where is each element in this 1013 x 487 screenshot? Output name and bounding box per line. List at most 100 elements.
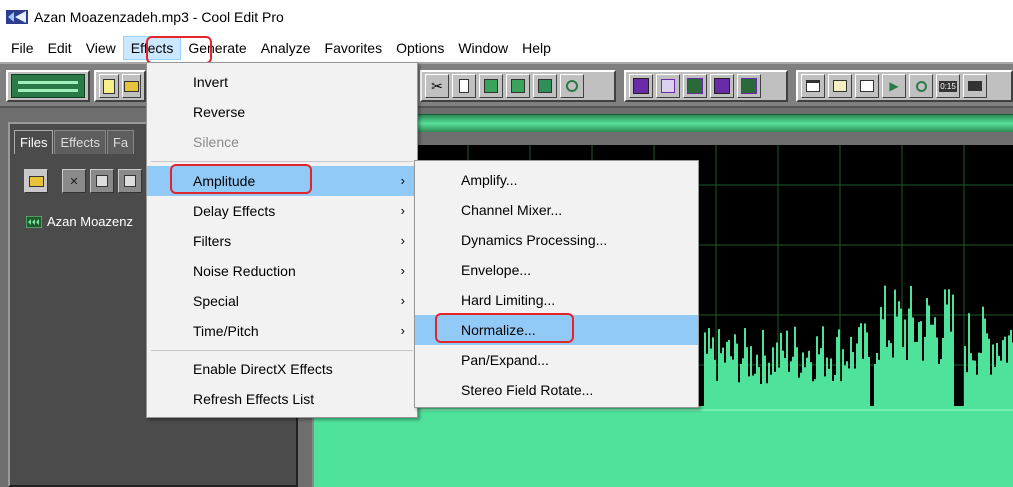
menu-item-channel-mixer[interactable]: Channel Mixer... <box>415 195 698 225</box>
menu-item-special[interactable]: Special › <box>147 286 417 316</box>
menu-item-noise-reduction[interactable]: Noise Reduction › <box>147 256 417 286</box>
waveform-sample <box>838 329 840 487</box>
waveform-sample <box>730 356 732 487</box>
waveform-sample <box>938 363 940 487</box>
cool-edit-app-icon[interactable] <box>6 8 28 26</box>
grid-view-icon-1[interactable] <box>683 74 707 98</box>
mix-paste-icon[interactable] <box>533 74 557 98</box>
menu-item-stereo-field-rotate[interactable]: Stereo Field Rotate... <box>415 375 698 405</box>
menu-item-special-label: Special <box>193 293 239 309</box>
waveform-sample <box>696 406 698 487</box>
display-range-bar[interactable] <box>415 114 1013 132</box>
menu-generate[interactable]: Generate <box>181 36 253 60</box>
zoom-icon[interactable] <box>560 74 584 98</box>
menu-item-delay-effects[interactable]: Delay Effects › <box>147 196 417 226</box>
waveform-sample <box>890 343 892 487</box>
paste-icon[interactable] <box>479 74 503 98</box>
menu-item-time-pitch[interactable]: Time/Pitch › <box>147 316 417 346</box>
menu-favorites[interactable]: Favorites <box>318 36 390 60</box>
menu-item-pan-expand[interactable]: Pan/Expand... <box>415 345 698 375</box>
waveform-sample <box>784 358 786 487</box>
cut-icon[interactable]: ✂ <box>425 74 449 98</box>
waveform-sample <box>768 362 770 487</box>
waveform-sample <box>994 366 996 487</box>
paste-new-icon[interactable] <box>506 74 530 98</box>
spectral-view-icon[interactable] <box>629 74 653 98</box>
waveform-sample <box>328 406 330 487</box>
waveform-sample <box>754 373 756 487</box>
time-display-button[interactable]: 0:15 <box>936 74 960 98</box>
menu-item-dynamics-processing[interactable]: Dynamics Processing... <box>415 225 698 255</box>
menu-item-filters[interactable]: Filters › <box>147 226 417 256</box>
submenu-arrow-icon: › <box>400 323 405 338</box>
menu-view[interactable]: View <box>79 36 123 60</box>
menu-item-invert[interactable]: Invert <box>147 67 417 97</box>
window-icon-1[interactable] <box>801 74 825 98</box>
waveform-sample <box>880 307 882 487</box>
menu-file[interactable]: File <box>4 36 41 60</box>
multitrack-toggle-icon[interactable] <box>11 74 85 98</box>
waveform-sample <box>952 294 954 487</box>
waveform-sample <box>922 360 924 487</box>
menu-item-hard-limiting[interactable]: Hard Limiting... <box>415 285 698 315</box>
window-icon-3[interactable] <box>855 74 879 98</box>
waveform-sample <box>1010 329 1012 487</box>
play-icon[interactable]: ▶ <box>882 74 906 98</box>
menu-analyze[interactable]: Analyze <box>254 36 318 60</box>
new-file-icon[interactable] <box>99 74 119 98</box>
menu-item-normalize[interactable]: Normalize... <box>415 315 698 345</box>
open-file-icon[interactable] <box>121 74 141 98</box>
waveform-sample <box>724 362 726 487</box>
insert-icon[interactable] <box>90 169 114 193</box>
waveform-sample <box>928 305 930 487</box>
format-icon[interactable] <box>963 74 987 98</box>
waveform-sample <box>602 395 604 487</box>
menu-item-hard-limiting-label: Hard Limiting... <box>461 292 556 308</box>
waveform-sample <box>858 327 860 487</box>
tab-files[interactable]: Files <box>14 130 54 154</box>
menu-separator <box>151 350 413 351</box>
menu-item-channel-mixer-label: Channel Mixer... <box>461 202 563 218</box>
waveform-sample <box>320 406 322 487</box>
menu-item-amplitude[interactable]: Amplitude › <box>147 166 417 196</box>
file-list-item[interactable]: Azan Moazenz <box>26 214 133 229</box>
close-file-icon[interactable]: ✕ <box>62 169 86 193</box>
waveform-sample <box>876 352 878 487</box>
magnify-icon[interactable] <box>909 74 933 98</box>
waveform-sample <box>892 357 894 487</box>
open-folder-icon[interactable] <box>24 169 48 193</box>
tab-effects[interactable]: Effects <box>54 130 106 154</box>
waveform-sample <box>710 348 712 487</box>
grid-view-icon-3[interactable] <box>737 74 761 98</box>
waveform-sample <box>822 326 824 487</box>
menu-options[interactable]: Options <box>389 36 451 60</box>
grid-view-icon-2[interactable] <box>710 74 734 98</box>
menu-item-enable-directx-effects[interactable]: Enable DirectX Effects <box>147 354 417 384</box>
menu-window[interactable]: Window <box>451 36 515 60</box>
copy-icon[interactable] <box>452 74 476 98</box>
waveform-sample <box>326 406 328 487</box>
menu-help[interactable]: Help <box>515 36 558 60</box>
waveform-sample <box>586 397 588 487</box>
window-icon-2[interactable] <box>828 74 852 98</box>
menu-item-refresh-effects-list[interactable]: Refresh Effects List <box>147 384 417 414</box>
waveform-sample <box>856 343 858 487</box>
tab-favorites[interactable]: Fa <box>106 130 135 154</box>
audio-file-icon <box>26 215 42 228</box>
waveform-sample <box>918 322 920 487</box>
waveform-sample <box>934 317 936 487</box>
menu-item-envelope[interactable]: Envelope... <box>415 255 698 285</box>
menu-item-amplify[interactable]: Amplify... <box>415 165 698 195</box>
submenu-arrow-icon: › <box>400 263 405 278</box>
waveform-sample <box>990 374 992 487</box>
checkbox-view-icon[interactable] <box>656 74 680 98</box>
waveform-sample <box>734 334 736 487</box>
waveform-sample <box>954 406 956 487</box>
waveform-sample <box>714 359 716 487</box>
list-icon[interactable] <box>118 169 142 193</box>
menu-edit[interactable]: Edit <box>41 36 79 60</box>
menu-effects[interactable]: Effects <box>122 36 182 60</box>
waveform-sample <box>592 397 594 487</box>
menu-item-reverse[interactable]: Reverse <box>147 97 417 127</box>
waveform-sample <box>752 375 754 487</box>
